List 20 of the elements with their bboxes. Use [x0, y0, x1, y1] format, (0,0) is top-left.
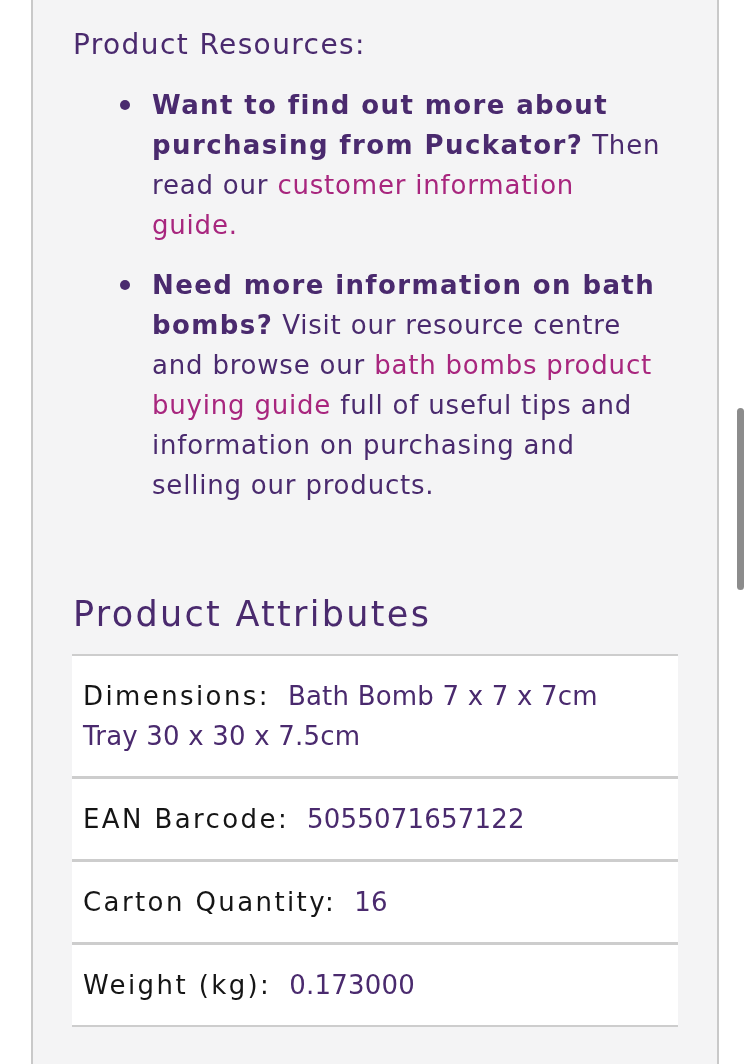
link[interactable]: guide.: [152, 210, 238, 240]
attribute-label: Carton Quantity:: [83, 887, 337, 917]
attribute-value: Tray 30 x 30 x 7.5cm: [83, 720, 361, 753]
bullet-icon: [120, 280, 130, 290]
link[interactable]: customer information: [277, 170, 575, 200]
attribute-label: EAN Barcode:: [83, 804, 290, 834]
bullet-text: Want to find out more about purchasing from Puckator? Then read our customer information guide.: [152, 89, 662, 242]
attribute-label: Dimensions:: [83, 681, 270, 711]
link[interactable]: buying guide: [152, 390, 332, 420]
attribute-value: 5055071657122: [307, 804, 525, 834]
attribute-value: Bath Bomb 7 x 7 x 7cm: [287, 681, 598, 711]
scrollbar-thumb[interactable]: [737, 408, 744, 590]
bullet-icon: [120, 100, 130, 110]
link[interactable]: bath bombs product: [374, 350, 652, 380]
attribute-value: 16: [354, 887, 388, 917]
section-heading: Product Resources:: [73, 27, 366, 63]
bullet-text: Need more information on bath bombs? Visit our resource centre and browse our bath bombs product buying guide full of useful tips and information on purchasing and selling our products.: [152, 269, 657, 502]
section-heading: Product Attributes: [73, 593, 432, 636]
attribute-label: Weight (kg):: [83, 970, 272, 1000]
attribute-value: 0.173000: [289, 970, 415, 1000]
